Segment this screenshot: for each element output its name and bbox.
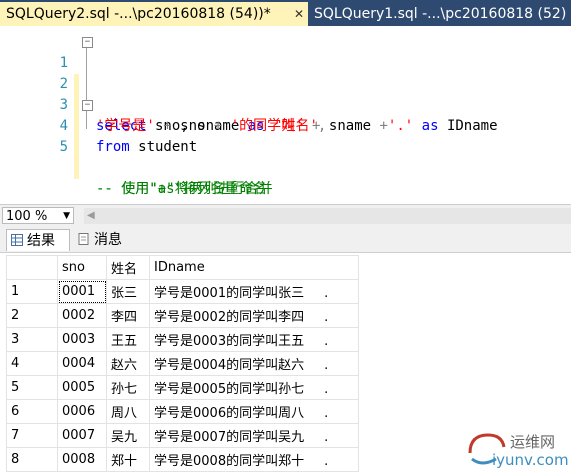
comment-text: -- 使用"as"将列名重命名 — [96, 181, 268, 197]
zoom-value: 100 % — [6, 209, 48, 224]
change-marker — [74, 158, 79, 179]
truncation-dot: . — [324, 334, 329, 349]
cell-idname[interactable]: 学号是0003的同学叫王五. — [149, 327, 359, 352]
cell-idname[interactable]: 学号是0001的同学叫张三. — [149, 279, 359, 304]
cell-idname[interactable]: 学号是0007的同学叫吴九. — [149, 423, 359, 448]
code-line-2[interactable]: 2 '学号是' + sno + '的同学叫' + sname +'.' as I… — [0, 53, 571, 134]
truncation-dot: . — [324, 406, 329, 421]
cell-sno[interactable]: 0007 — [57, 423, 107, 448]
column-header[interactable]: 姓名 — [106, 255, 150, 280]
truncation-dot: . — [324, 286, 329, 301]
row-number: 1 — [6, 279, 58, 304]
truncation-dot: . — [324, 382, 329, 397]
table-row[interactable]: 3 0003 王五 学号是0003的同学叫王五. — [6, 327, 359, 352]
cell-sno[interactable]: 0003 — [57, 327, 107, 352]
table-row[interactable]: 7 0007 吴九 学号是0007的同学叫吴九. — [6, 423, 359, 448]
query-editor[interactable]: 1 − select sno, sname as '姓名', 2 '学号是' +… — [0, 26, 571, 204]
cell-idname[interactable]: 学号是0004的同学叫赵六. — [149, 351, 359, 376]
row-number: 4 — [6, 351, 58, 376]
zoom-select[interactable]: 100 % ▼ — [2, 207, 74, 224]
tab-sqlquery2-label: SQLQuery2.sql -...\pc20160818 (54))* — [6, 6, 271, 22]
message-icon — [78, 233, 89, 245]
cell-idname-text: 学号是0002的同学叫李四 — [154, 310, 305, 325]
cell-idname[interactable]: 学号是0005的同学叫孙七. — [149, 375, 359, 400]
cell-idname[interactable]: 学号是0006的同学叫周八. — [149, 399, 359, 424]
cell-idname[interactable]: 学号是0008的同学叫郑十. — [149, 447, 359, 472]
cell-sno[interactable]: 0008 — [57, 447, 107, 472]
cell-idname-text: 学号是0004的同学叫赵六 — [154, 358, 305, 373]
grid-icon — [11, 234, 23, 246]
truncation-dot: . — [324, 310, 329, 325]
cell-sno[interactable]: 0005 — [57, 375, 107, 400]
code-line-5[interactable]: 5 -- 使用"as"将列名重命名 — [0, 116, 571, 197]
watermark-text: 运维网 — [510, 433, 556, 451]
row-header-corner — [6, 255, 58, 280]
horizontal-scrollbar[interactable]: ◀ — [84, 208, 571, 224]
collapse-icon[interactable]: − — [82, 37, 93, 48]
watermark-logo: 运维网 iyunv.com — [460, 425, 570, 473]
change-marker — [74, 137, 79, 158]
row-number: 6 — [6, 399, 58, 424]
close-icon[interactable]: ✕ — [294, 2, 304, 26]
row-number: 2 — [6, 303, 58, 328]
scroll-left-icon[interactable]: ◀ — [87, 208, 95, 224]
tab-sqlquery2[interactable]: SQLQuery2.sql -...\pc20160818 (54))* ✕ — [0, 2, 308, 26]
table-row[interactable]: 1 0001 张三 学号是0001的同学叫张三. — [6, 279, 359, 304]
code-line-1[interactable]: 1 − select sno, sname as '姓名', — [0, 32, 571, 134]
cell-idname-text: 学号是0003的同学叫王五 — [154, 334, 305, 349]
row-number: 3 — [6, 327, 58, 352]
code-line-3[interactable]: 3 from student — [0, 74, 571, 155]
cell-name[interactable]: 李四 — [106, 303, 150, 328]
table-row[interactable]: 4 0004 赵六 学号是0004的同学叫赵六. — [6, 351, 359, 376]
cell-idname-text: 学号是0001的同学叫张三 — [154, 286, 305, 301]
collapse-icon[interactable]: − — [82, 100, 93, 111]
cell-name[interactable]: 郑十 — [106, 447, 150, 472]
truncation-dot: . — [324, 358, 329, 373]
document-tab-bar: SQLQuery2.sql -...\pc20160818 (54))* ✕ S… — [0, 0, 571, 26]
editor-status-row: 100 % ▼ ◀ — [0, 204, 571, 227]
watermark-url: iyunv.com — [492, 451, 569, 469]
column-header[interactable]: IDname — [149, 255, 359, 280]
cell-name[interactable]: 周八 — [106, 399, 150, 424]
cell-name[interactable]: 王五 — [106, 327, 150, 352]
truncation-dot: . — [324, 430, 329, 445]
tab-sqlquery1-label: SQLQuery1.sql -...\pc20160818 (52) — [314, 6, 567, 22]
cell-name[interactable]: 赵六 — [106, 351, 150, 376]
table-row[interactable]: 2 0002 李四 学号是0002的同学叫李四. — [6, 303, 359, 328]
row-number: 5 — [6, 375, 58, 400]
code-text: from student — [96, 139, 198, 155]
cell-name[interactable]: 孙七 — [106, 375, 150, 400]
results-table: sno 姓名 IDname 1 0001 张三 学号是0001的同学叫张三. 2 0002… — [6, 255, 359, 472]
header-row: sno 姓名 IDname — [6, 255, 359, 280]
table-row[interactable]: 6 0006 周八 学号是0006的同学叫周八. — [6, 399, 359, 424]
row-number: 8 — [6, 447, 58, 472]
tab-messages[interactable]: 消息 — [74, 229, 134, 251]
cell-sno[interactable]: 0006 — [57, 399, 107, 424]
cell-idname-text: 学号是0006的同学叫周八 — [154, 406, 305, 421]
row-number: 7 — [6, 423, 58, 448]
truncation-dot: . — [324, 454, 329, 469]
column-header[interactable]: sno — [57, 255, 107, 280]
cell-sno[interactable]: 0002 — [57, 303, 107, 328]
cell-idname-text: 学号是0005的同学叫孙七 — [154, 382, 305, 397]
tab-messages-label: 消息 — [94, 232, 122, 248]
cell-idname-text: 学号是0008的同学叫郑十 — [154, 454, 305, 469]
tab-results[interactable]: 结果 — [6, 229, 70, 251]
table-row[interactable]: 8 0008 郑十 学号是0008的同学叫郑十. — [6, 447, 359, 472]
cell-idname[interactable]: 学号是0002的同学叫李四. — [149, 303, 359, 328]
cell-sno[interactable]: 0001 — [57, 279, 107, 304]
table-row[interactable]: 5 0005 孙七 学号是0005的同学叫孙七. — [6, 375, 359, 400]
tab-results-label: 结果 — [27, 233, 55, 249]
result-tab-bar: 结果 消息 — [0, 227, 571, 253]
code-line-4[interactable]: 4 − -- 使用"+"将两列进行合并 — [0, 95, 571, 197]
cell-name[interactable]: 吴九 — [106, 423, 150, 448]
chevron-down-icon: ▼ — [63, 211, 70, 221]
cell-idname-text: 学号是0007的同学叫吴九 — [154, 430, 305, 445]
line-number: 5 — [59, 139, 68, 155]
cell-name[interactable]: 张三 — [106, 279, 150, 304]
cell-sno[interactable]: 0004 — [57, 351, 107, 376]
tab-sqlquery1[interactable]: SQLQuery1.sql -...\pc20160818 (52) — [310, 2, 571, 26]
